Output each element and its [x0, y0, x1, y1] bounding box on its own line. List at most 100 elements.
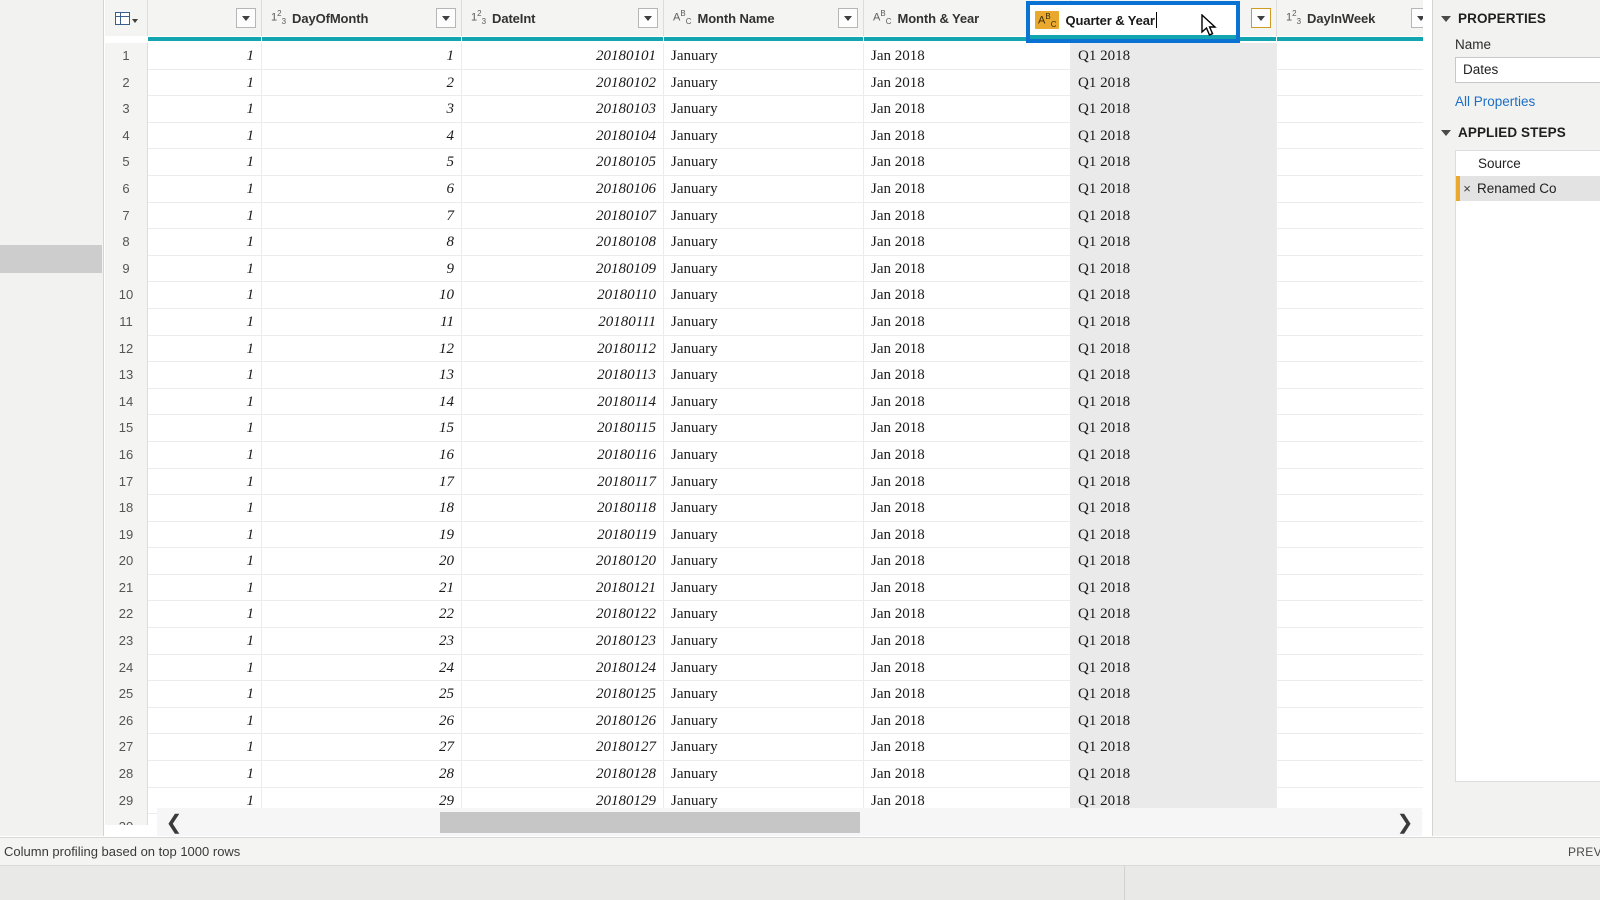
cell-unnamed: 1	[148, 495, 262, 522]
table-row[interactable]: 14 1 14 20180114 January Jan 2018 Q1 2018	[105, 388, 1423, 416]
table-row[interactable]: 13 1 13 20180113 January Jan 2018 Q1 2018	[105, 362, 1423, 389]
table-row[interactable]: 12 1 12 20180112 January Jan 2018 Q1 2018	[105, 335, 1423, 363]
cell-rownum: 19	[105, 521, 148, 549]
cell-dateint: 20180112	[462, 335, 664, 363]
chevron-down-icon[interactable]	[131, 19, 138, 23]
table-row[interactable]: 23 1 23 20180123 January Jan 2018 Q1 2018	[105, 628, 1423, 655]
table-row[interactable]: 3 1 3 20180103 January Jan 2018 Q1 2018	[105, 96, 1423, 123]
cell-unnamed: 1	[148, 548, 262, 575]
table-row[interactable]: 18 1 18 20180118 January Jan 2018 Q1 2018	[105, 495, 1423, 522]
cell-monthyear: Jan 2018	[864, 734, 1071, 762]
table-row[interactable]: 9 1 9 20180109 January Jan 2018 Q1 2018	[105, 255, 1423, 283]
grid-body[interactable]: 1 1 1 20180101 January Jan 2018 Q1 2018 2 1 2 2018…	[105, 43, 1423, 825]
applied-steps-section-header[interactable]: APPLIED STEPS	[1433, 109, 1600, 140]
cell-quarteryear: Q1 2018	[1071, 415, 1277, 442]
query-name-input[interactable]: Dates	[1455, 57, 1600, 83]
table-row[interactable]: 4 1 4 20180104 January Jan 2018 Q1 2018	[105, 122, 1423, 150]
cell-dayofmonth: 10	[262, 282, 462, 309]
table-row[interactable]: 16 1 16 20180116 January Jan 2018 Q1 2018	[105, 441, 1423, 469]
scroll-left-button[interactable]: ❮	[161, 808, 187, 836]
cell-unnamed: 1	[148, 43, 262, 70]
cell-unnamed: 1	[148, 229, 262, 256]
table-row[interactable]: 27 1 27 20180127 January Jan 2018 Q1 2018	[105, 734, 1423, 762]
cell-monthyear: Jan 2018	[864, 441, 1071, 469]
cell-rownum: 18	[105, 495, 148, 522]
table-row[interactable]: 24 1 24 20180124 January Jan 2018 Q1 2018	[105, 654, 1423, 682]
filter-dropdown-quarteryear[interactable]	[1251, 8, 1271, 28]
filter-dropdown-dateint[interactable]	[638, 8, 658, 28]
cell-rownum: 23	[105, 628, 148, 655]
properties-section-header[interactable]: PROPERTIES	[1433, 0, 1600, 26]
table-row[interactable]: 10 1 10 20180110 January Jan 2018 Q1 2018	[105, 282, 1423, 309]
cell-dateint: 20180101	[462, 43, 664, 70]
filter-dropdown-dayinweek[interactable]	[1411, 8, 1423, 28]
cell-dateint: 20180122	[462, 601, 664, 629]
table-row[interactable]: 7 1 7 20180107 January Jan 2018 Q1 2018	[105, 202, 1423, 230]
cell-unnamed: 1	[148, 468, 262, 496]
delete-step-icon[interactable]: ×	[1460, 181, 1474, 196]
table-row[interactable]: 5 1 5 20180105 January Jan 2018 Q1 2018	[105, 149, 1423, 176]
cell-dayofmonth: 24	[262, 654, 462, 682]
all-properties-link[interactable]: All Properties	[1455, 94, 1600, 109]
column-header-label-dateint: DateInt	[492, 10, 536, 26]
collapse-triangle-icon[interactable]	[1441, 129, 1451, 136]
column-header-dateint[interactable]: 123 DateInt	[462, 0, 664, 36]
cell-dateint: 20180116	[462, 441, 664, 469]
cell-quarteryear: Q1 2018	[1071, 149, 1277, 176]
selected-column-quality-bar	[1030, 35, 1236, 39]
table-row[interactable]: 1 1 1 20180101 January Jan 2018 Q1 2018	[105, 43, 1423, 70]
table-row[interactable]: 21 1 21 20180121 January Jan 2018 Q1 2018	[105, 574, 1423, 602]
cell-monthname: January	[664, 681, 864, 708]
cell-dayofmonth: 22	[262, 601, 462, 629]
queries-pane-selected-query[interactable]	[0, 245, 102, 273]
scroll-right-button[interactable]: ❯	[1392, 808, 1418, 836]
cell-monthname: January	[664, 761, 864, 788]
cell-dayinweek	[1277, 149, 1423, 176]
cell-monthyear: Jan 2018	[864, 574, 1071, 602]
filter-dropdown-dayofmonth[interactable]	[436, 8, 456, 28]
cell-monthyear: Jan 2018	[864, 43, 1071, 70]
collapse-triangle-icon[interactable]	[1441, 15, 1451, 22]
table-row[interactable]: 17 1 17 20180117 January Jan 2018 Q1 2018	[105, 468, 1423, 496]
column-profiling-status-text: Column profiling based on top 1000 rows	[4, 844, 241, 859]
table-row[interactable]: 11 1 11 20180111 January Jan 2018 Q1 2018	[105, 308, 1423, 336]
cell-rownum: 17	[105, 468, 148, 496]
cell-rownum: 15	[105, 415, 148, 442]
column-header-label-dayofmonth: DayOfMonth	[292, 10, 369, 26]
cell-monthyear: Jan 2018	[864, 495, 1071, 522]
quality-bar-dayofmonth	[262, 36, 462, 43]
column-header-dayinweek[interactable]: 123 DayInWeek	[1277, 0, 1423, 36]
column-header-monthname[interactable]: ABC Month Name	[664, 0, 864, 36]
table-row[interactable]: 22 1 22 20180122 January Jan 2018 Q1 2018	[105, 601, 1423, 629]
cell-unnamed: 1	[148, 96, 262, 123]
applied-step-0[interactable]: Source	[1456, 151, 1600, 176]
cell-monthyear: Jan 2018	[864, 521, 1071, 549]
table-row[interactable]: 26 1 26 20180126 January Jan 2018 Q1 2018	[105, 707, 1423, 735]
applied-step-1[interactable]: × Renamed Co	[1456, 176, 1600, 201]
table-row[interactable]: 19 1 19 20180119 January Jan 2018 Q1 2018	[105, 521, 1423, 549]
table-row[interactable]: 15 1 15 20180115 January Jan 2018 Q1 2018	[105, 415, 1423, 442]
table-row[interactable]: 2 1 2 20180102 January Jan 2018 Q1 2018	[105, 69, 1423, 97]
cell-dayinweek	[1277, 389, 1423, 416]
cell-monthname: January	[664, 734, 864, 762]
table-row[interactable]: 28 1 28 20180128 January Jan 2018 Q1 2018	[105, 761, 1423, 788]
table-row[interactable]: 6 1 6 20180106 January Jan 2018 Q1 2018	[105, 175, 1423, 203]
table-row[interactable]: 25 1 25 20180125 January Jan 2018 Q1 2018	[105, 681, 1423, 708]
cell-dayofmonth: 27	[262, 734, 462, 762]
cell-monthyear: Jan 2018	[864, 96, 1071, 123]
filter-dropdown-unnamed[interactable]	[236, 8, 256, 28]
column-header-unnamed[interactable]	[148, 0, 262, 36]
table-row[interactable]: 8 1 8 20180108 January Jan 2018 Q1 2018	[105, 229, 1423, 256]
cell-monthname: January	[664, 255, 864, 283]
table-grid-icon[interactable]	[114, 11, 138, 25]
table-row[interactable]: 20 1 20 20180120 January Jan 2018 Q1 2018	[105, 548, 1423, 575]
horizontal-scrollbar-thumb[interactable]	[440, 812, 860, 833]
horizontal-scrollbar[interactable]: ❮ ❯	[157, 808, 1422, 836]
column-header-dayofmonth[interactable]: 123 DayOfMonth	[262, 0, 462, 36]
cell-dayofmonth: 4	[262, 122, 462, 150]
grid-corner-header[interactable]	[105, 0, 148, 36]
cell-quarteryear: Q1 2018	[1071, 175, 1277, 203]
filter-dropdown-monthname[interactable]	[838, 8, 858, 28]
cell-quarteryear: Q1 2018	[1071, 681, 1277, 708]
column-rename-input[interactable]: ABC Quarter & Year	[1030, 5, 1236, 35]
